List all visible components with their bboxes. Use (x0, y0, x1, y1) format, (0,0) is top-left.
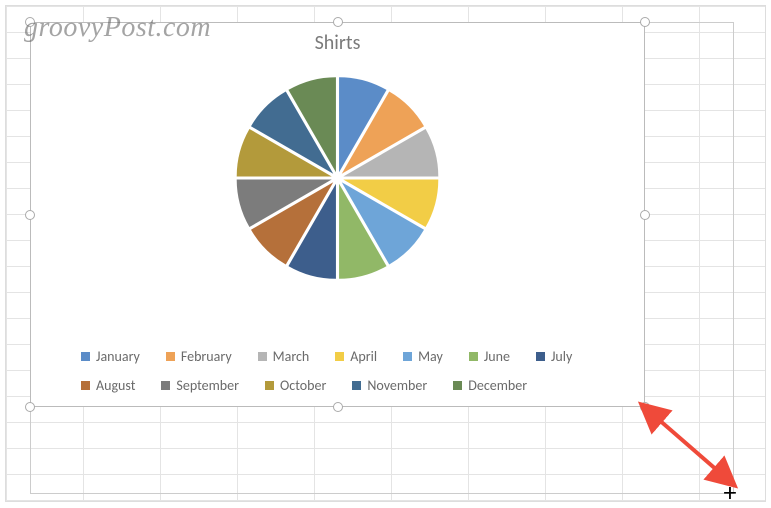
legend-swatch-icon (453, 381, 462, 390)
legend-item-january: January (81, 348, 140, 365)
legend-label: May (418, 348, 443, 365)
legend-label: October (280, 377, 326, 394)
legend-label: June (484, 348, 510, 365)
selection-handle[interactable] (640, 17, 650, 27)
legend-swatch-icon (403, 352, 412, 361)
legend-item-february: February (166, 348, 232, 365)
legend-label: January (96, 348, 140, 365)
legend-swatch-icon (258, 352, 267, 361)
pie-chart (225, 66, 450, 296)
legend-item-april: April (335, 348, 377, 365)
legend-label: August (96, 377, 135, 394)
selection-handle[interactable] (333, 17, 343, 27)
chart-object[interactable]: Shirts JanuaryFebruaryMarchAprilMayJuneJ… (30, 22, 645, 407)
legend-item-september: September (161, 377, 239, 394)
legend-swatch-icon (536, 352, 545, 361)
legend-swatch-icon (81, 381, 90, 390)
legend-item-october: October (265, 377, 326, 394)
legend-swatch-icon (265, 381, 274, 390)
selection-handle[interactable] (640, 210, 650, 220)
selection-handle[interactable] (25, 17, 35, 27)
legend-swatch-icon (166, 352, 175, 361)
legend-item-july: July (536, 348, 572, 365)
chart-title: Shirts (31, 31, 644, 55)
legend-label: February (181, 348, 232, 365)
legend-label: November (367, 377, 427, 394)
selection-handle[interactable] (333, 402, 343, 412)
legend-label: March (273, 348, 310, 365)
legend-swatch-icon (335, 352, 344, 361)
screenshot-frame: Shirts JanuaryFebruaryMarchAprilMayJuneJ… (5, 5, 766, 502)
selection-handle[interactable] (640, 402, 650, 412)
chart-legend: January February March April May June July Augu… (81, 348, 624, 394)
legend-item-august: August (81, 377, 135, 394)
legend-swatch-icon (469, 352, 478, 361)
legend-item-june: June (469, 348, 510, 365)
legend-label: July (551, 348, 572, 365)
crosshair-cursor-icon: + (724, 479, 737, 505)
legend-swatch-icon (352, 381, 361, 390)
legend-swatch-icon (81, 352, 90, 361)
selection-handle[interactable] (25, 402, 35, 412)
legend-item-march: March (258, 348, 310, 365)
legend-label: September (176, 377, 239, 394)
legend-item-november: November (352, 377, 427, 394)
legend-label: April (350, 348, 377, 365)
selection-handle[interactable] (25, 210, 35, 220)
legend-item-may: May (403, 348, 443, 365)
legend-label: December (468, 377, 527, 394)
legend-swatch-icon (161, 381, 170, 390)
legend-item-december: December (453, 377, 527, 394)
